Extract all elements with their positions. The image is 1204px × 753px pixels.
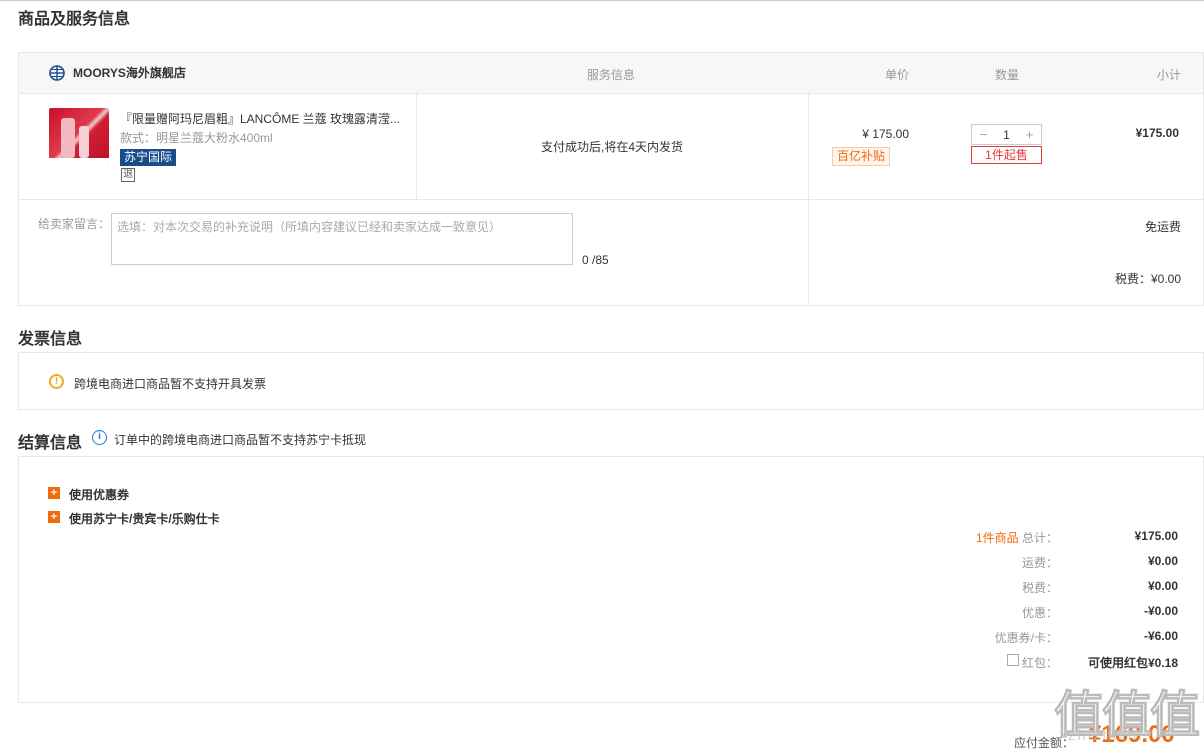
invoice-box: ! 跨境电商进口商品暂不支持开具发票 <box>18 352 1204 410</box>
summary-discount-value: -¥0.00 <box>1143 604 1178 618</box>
quantity-stepper: − 1 + <box>971 124 1042 145</box>
invoice-section-title: 发票信息 <box>18 331 83 348</box>
subsidy-badge: 百亿补贴 <box>832 147 891 166</box>
message-row: 给卖家留言： 0 /85 免运费 税费：¥0.00 <box>18 199 1204 306</box>
service-info: 支付成功后,将在4天内发货 <box>541 140 684 154</box>
summary-tax-value: ¥0.00 <box>1147 579 1178 593</box>
settle-section-title: 结算信息 <box>18 435 83 452</box>
item-count: 1件商品 <box>975 531 1019 545</box>
product-spec: 款式：明星兰蔻大粉水400ml <box>120 131 273 145</box>
seller-message-label: 给卖家留言： <box>38 217 111 231</box>
summary-shipping-label: 运费： <box>1021 556 1058 570</box>
summary-coupon-label: 优惠券/卡： <box>994 631 1058 645</box>
site-watermark: 值值值 zhizhizhi <box>1054 675 1204 753</box>
min-buy-badge: 1件起售 <box>971 146 1042 164</box>
expand-card-icon[interactable]: + <box>48 511 60 523</box>
header-unit-price: 单价 <box>885 68 910 82</box>
thumb-tag <box>49 158 109 168</box>
summary-total-label: 1件商品 总计： <box>976 529 1058 546</box>
product-subtotal: ¥175.00 <box>1135 126 1179 140</box>
refund-icon: 退 <box>121 168 135 182</box>
thumb-bottle <box>61 118 75 158</box>
redpacket-checkbox[interactable] <box>1007 654 1019 666</box>
row-divider <box>808 199 809 305</box>
qty-value[interactable]: 1 <box>995 128 1018 142</box>
store-link[interactable]: MOORYS海外旗舰店 <box>49 64 186 81</box>
summary-shipping-value: ¥0.00 <box>1147 554 1178 568</box>
row-divider <box>808 93 809 199</box>
use-coupon-option[interactable]: 使用优惠券 <box>69 486 129 503</box>
free-shipping: 免运费 <box>1144 220 1181 234</box>
summary-redpacket-label: 红包： <box>1021 656 1058 670</box>
suning-intl-badge: 苏宁国际 <box>120 149 177 166</box>
expand-coupon-icon[interactable]: + <box>48 487 60 499</box>
store-globe-icon <box>49 64 65 81</box>
invoice-notice: 跨境电商进口商品暂不支持开具发票 <box>74 377 267 391</box>
settle-notice: 订单中的跨境电商进口商品暂不支持苏宁卡抵现 <box>114 433 367 447</box>
summary-coupon-value: -¥6.00 <box>1143 629 1178 643</box>
total-label-text: 总计： <box>1018 531 1058 545</box>
header-subtotal: 小计 <box>1157 68 1182 82</box>
summary-tax-label: 税费： <box>1021 581 1058 595</box>
warning-icon: ! <box>49 374 64 389</box>
goods-table-header: MOORYS海外旗舰店 服务信息 单价 数量 小计 <box>18 52 1204 94</box>
seller-message-input[interactable] <box>111 213 573 265</box>
summary-redpacket-value: 可使用红包¥0.18 <box>1087 656 1178 670</box>
unit-price: ¥ 175.00 <box>862 127 909 141</box>
summary-total-value: ¥175.00 <box>1134 529 1178 543</box>
qty-plus-button[interactable]: + <box>1018 127 1041 142</box>
message-char-count: 0 /85 <box>582 253 609 267</box>
product-thumbnail[interactable] <box>49 108 109 168</box>
qty-minus-button[interactable]: − <box>972 127 995 142</box>
summary-discount-label: 优惠： <box>1021 606 1058 620</box>
header-quantity: 数量 <box>995 68 1020 82</box>
thumb-bottle <box>79 126 89 158</box>
watermark-sub: zhizhizhi <box>1068 727 1144 744</box>
top-divider <box>0 0 1204 1</box>
info-icon: i <box>92 430 107 445</box>
row-divider <box>416 93 417 199</box>
store-name: MOORYS海外旗舰店 <box>73 66 186 80</box>
use-card-option[interactable]: 使用苏宁卡/贵宾卡/乐购仕卡 <box>69 510 220 527</box>
product-name-link[interactable]: 『限量赠阿玛尼眉粗』LANCÔME 兰蔻 玫瑰露清滢... <box>120 110 410 127</box>
product-row: 『限量赠阿玛尼眉粗』LANCÔME 兰蔻 玫瑰露清滢... 款式：明星兰蔻大粉水… <box>18 93 1204 200</box>
goods-section-title: 商品及服务信息 <box>18 11 131 28</box>
tax-fee: 税费：¥0.00 <box>1114 272 1181 286</box>
header-service: 服务信息 <box>587 68 636 82</box>
